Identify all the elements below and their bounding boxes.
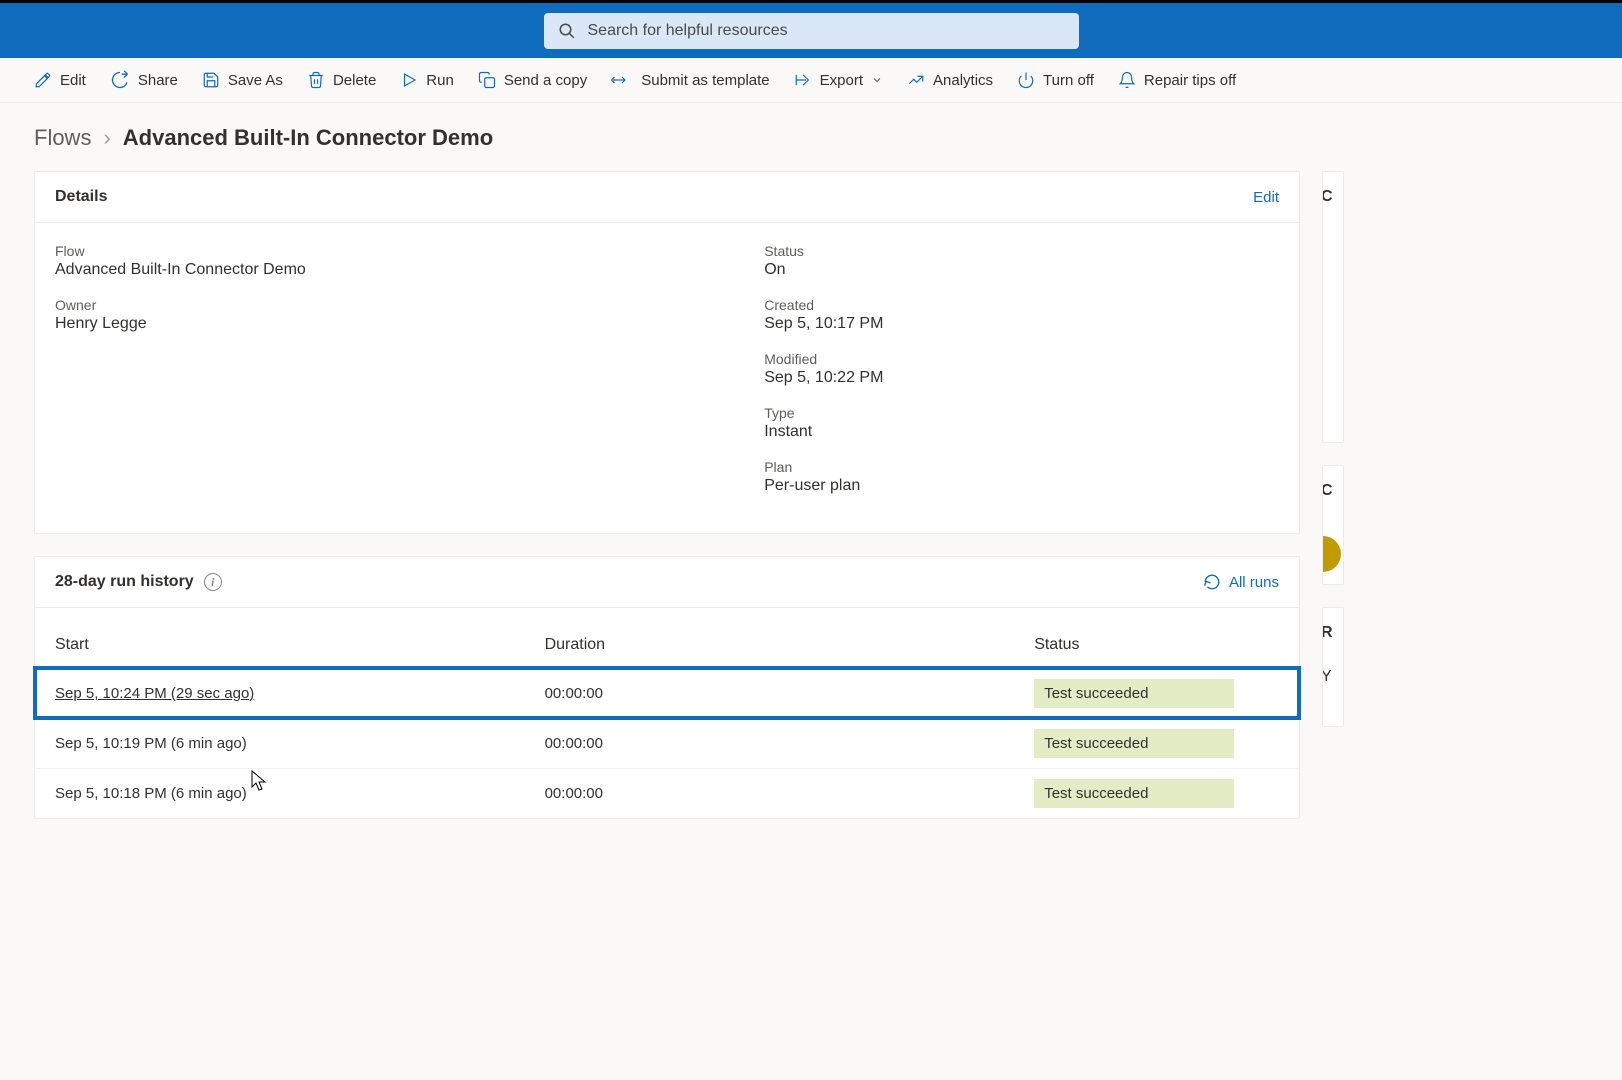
search-icon	[558, 22, 576, 40]
delete-button[interactable]: Delete	[307, 71, 376, 89]
side-card-owners: C	[1322, 465, 1344, 585]
turnoff-label: Turn off	[1043, 72, 1094, 89]
analytics-button[interactable]: Analytics	[907, 71, 993, 89]
submit-icon	[611, 71, 633, 89]
status-badge: Test succeeded	[1034, 779, 1234, 808]
breadcrumb-root[interactable]: Flows	[34, 125, 91, 151]
export-label: Export	[820, 72, 863, 89]
history-header-row: Start Duration Status	[35, 608, 1299, 668]
plan-value: Per-user plan	[764, 477, 1279, 495]
repair-button[interactable]: Repair tips off	[1118, 71, 1236, 89]
info-icon[interactable]: i	[204, 573, 222, 591]
run-duration: 00:00:00	[545, 685, 1035, 702]
share-icon	[110, 70, 130, 90]
owner-value: Henry Legge	[55, 315, 724, 333]
modified-value: Sep 5, 10:22 PM	[764, 369, 1279, 387]
side-card-label-r: R	[1322, 624, 1333, 642]
all-runs-label: All runs	[1229, 574, 1279, 591]
status-badge: Test succeeded	[1034, 729, 1234, 758]
turnoff-button[interactable]: Turn off	[1017, 71, 1094, 89]
chevron-right-icon: ›	[103, 125, 110, 151]
run-start[interactable]: Sep 5, 10:19 PM (6 min ago)	[55, 735, 545, 752]
export-icon	[794, 71, 812, 89]
page-title: Advanced Built-In Connector Demo	[123, 125, 493, 151]
submit-button[interactable]: Submit as template	[611, 71, 769, 89]
play-icon	[400, 71, 418, 89]
details-title: Details	[55, 188, 107, 206]
run-duration: 00:00:00	[545, 785, 1035, 802]
save-icon	[202, 71, 220, 89]
breadcrumb: Flows › Advanced Built-In Connector Demo	[0, 103, 1622, 161]
table-row[interactable]: Sep 5, 10:19 PM (6 min ago)00:00:00Test …	[35, 718, 1299, 768]
submit-label: Submit as template	[641, 72, 769, 89]
bell-icon	[1118, 71, 1136, 89]
status-label: Status	[764, 243, 1279, 259]
status-value: On	[764, 261, 1279, 279]
flow-label: Flow	[55, 243, 724, 259]
power-icon	[1017, 71, 1035, 89]
flow-value: Advanced Built-In Connector Demo	[55, 261, 724, 279]
type-label: Type	[764, 405, 1279, 421]
copy-icon	[478, 71, 496, 89]
modified-label: Modified	[764, 351, 1279, 367]
run-duration: 00:00:00	[545, 735, 1035, 752]
saveas-label: Save As	[228, 72, 283, 89]
type-value: Instant	[764, 423, 1279, 441]
trash-icon	[307, 71, 325, 89]
analytics-icon	[907, 71, 925, 89]
details-card: Details Edit Flow Advanced Built-In Conn…	[34, 171, 1300, 534]
pencil-icon	[34, 71, 52, 89]
run-start[interactable]: Sep 5, 10:18 PM (6 min ago)	[55, 785, 545, 802]
chevron-down-icon	[871, 74, 883, 86]
search-input[interactable]	[588, 22, 1065, 40]
side-card-related: R Y	[1322, 607, 1344, 727]
side-card-connections: C	[1322, 171, 1344, 443]
run-history-card: 28-day run history i All runs Start Dura…	[34, 556, 1300, 819]
top-bar	[0, 0, 1622, 58]
all-runs-link[interactable]: All runs	[1203, 573, 1279, 591]
created-value: Sep 5, 10:17 PM	[764, 315, 1279, 333]
repair-label: Repair tips off	[1144, 72, 1236, 89]
run-start[interactable]: Sep 5, 10:24 PM (29 sec ago)	[55, 685, 545, 702]
owner-label: Owner	[55, 297, 724, 313]
refresh-icon	[1203, 573, 1221, 591]
command-bar: Edit Share Save As Delete Run Send a cop…	[0, 58, 1622, 103]
edit-label: Edit	[60, 72, 86, 89]
run-label: Run	[426, 72, 454, 89]
saveas-button[interactable]: Save As	[202, 71, 283, 89]
analytics-label: Analytics	[933, 72, 993, 89]
col-status[interactable]: Status	[1034, 636, 1279, 654]
history-title: 28-day run history	[55, 573, 194, 591]
edit-button[interactable]: Edit	[34, 71, 86, 89]
run-button[interactable]: Run	[400, 71, 454, 89]
side-card-label-o: C	[1322, 482, 1333, 500]
details-edit-link[interactable]: Edit	[1253, 189, 1279, 206]
sendcopy-button[interactable]: Send a copy	[478, 71, 587, 89]
col-duration[interactable]: Duration	[545, 636, 1035, 654]
col-start[interactable]: Start	[55, 636, 545, 654]
export-button[interactable]: Export	[794, 71, 883, 89]
search-box[interactable]	[544, 13, 1079, 49]
side-card-label-c: C	[1322, 188, 1333, 206]
table-row[interactable]: Sep 5, 10:18 PM (6 min ago)00:00:00Test …	[35, 768, 1299, 818]
sendcopy-label: Send a copy	[504, 72, 587, 89]
plan-label: Plan	[764, 459, 1279, 475]
delete-label: Delete	[333, 72, 376, 89]
share-button[interactable]: Share	[110, 70, 178, 90]
avatar	[1322, 536, 1341, 572]
created-label: Created	[764, 297, 1279, 313]
side-card-sub-y: Y	[1322, 668, 1332, 686]
share-label: Share	[138, 72, 178, 89]
status-badge: Test succeeded	[1034, 679, 1234, 708]
table-row[interactable]: Sep 5, 10:24 PM (29 sec ago)00:00:00Test…	[35, 668, 1299, 718]
